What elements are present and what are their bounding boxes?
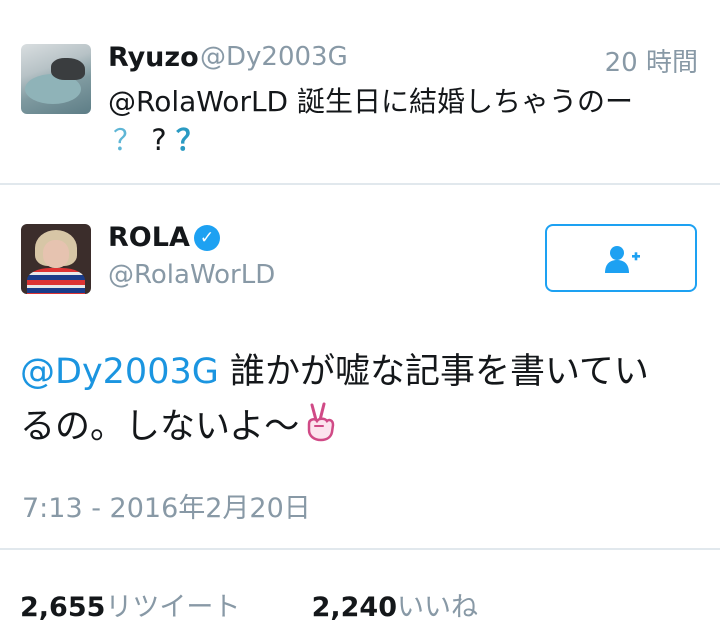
verified-badge-icon: ✓ — [194, 225, 220, 251]
tweet-text: @Dy2003G 誰かが嘘な記事を書いてい るの。しないよ～ — [20, 345, 700, 455]
reply-question-marks: ？ ? ？ — [113, 123, 205, 157]
tweet-text-line1: 誰かが嘘な記事を書いてい — [218, 352, 649, 392]
tweet-timestamp: 7:13 - 2016年2月20日 — [22, 493, 311, 524]
avatar[interactable] — [21, 224, 91, 294]
peace-hand-icon — [308, 402, 335, 442]
divider — [0, 548, 720, 550]
tweet-stats: 2,655リツイート 2,240いいね — [20, 585, 478, 624]
divider — [0, 183, 720, 185]
tweet-text-line2: るの。しないよ～ — [20, 407, 300, 447]
avatar[interactable] — [21, 44, 91, 114]
tweet-author-handle[interactable]: @RolaWorLD — [108, 260, 275, 290]
like-count[interactable]: 2,240いいね — [312, 592, 478, 623]
reply-text: @RolaWorLD 誕生日に結婚しちゃうのー — [108, 85, 634, 118]
follow-button[interactable] — [545, 224, 697, 292]
reply-tweet[interactable]: Ryuzo @Dy2003G 20 時間 @RolaWorLD 誕生日に結婚しち… — [0, 0, 720, 183]
add-user-icon — [605, 246, 640, 273]
reply-timestamp: 20 時間 — [604, 48, 698, 78]
mention-link[interactable]: @Dy2003G — [20, 352, 219, 392]
retweet-count[interactable]: 2,655リツイート — [20, 592, 240, 623]
tweet-author-name[interactable]: ROLA — [108, 222, 190, 253]
reply-author-name[interactable]: Ryuzo — [108, 42, 199, 73]
reply-author-handle[interactable]: @Dy2003G — [200, 42, 348, 72]
